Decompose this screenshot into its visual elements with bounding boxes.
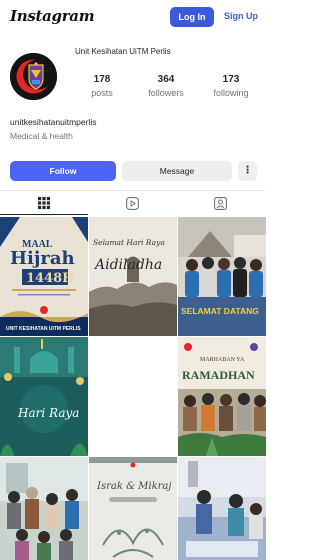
uitm-logo-icon — [10, 53, 57, 100]
post-title: Hari Raya — [17, 406, 79, 420]
instagram-logo[interactable]: Instagram — [10, 7, 95, 25]
post-title-line-1: Selamat Hari Raya — [93, 238, 165, 247]
post-title: Israk & Mikraj — [96, 481, 171, 492]
post-aidiladha[interactable]: Selamat Hari Raya Aidiladha — [89, 217, 177, 336]
post-event-photo[interactable] — [178, 457, 266, 560]
post-ramadhan[interactable]: MARHABAN YA RAMADHAN — [178, 337, 266, 456]
post-selamat-datang[interactable]: SELAMAT DATANG — [178, 217, 266, 336]
followers-label: followers — [148, 88, 184, 98]
post-title: SELAMAT DATANG — [181, 306, 259, 316]
post-blank[interactable] — [89, 337, 177, 456]
post-group-photo[interactable] — [0, 457, 88, 560]
tab-posts[interactable] — [0, 191, 88, 215]
following-label: following — [213, 88, 249, 98]
post-title-line-1: MARHABAN YA — [200, 357, 245, 363]
profile-category: Medical & health — [10, 131, 73, 141]
profile-tabs — [0, 190, 265, 216]
post-title-line-2: RAMADHAN — [182, 368, 255, 382]
more-options-button[interactable]: ⋮ — [238, 161, 257, 181]
post-title-line-2: Hijrah — [10, 248, 75, 269]
tagged-icon — [213, 196, 227, 210]
signup-link[interactable]: Sign Up — [224, 11, 258, 21]
post-isra-mikraj[interactable]: Israk & Mikraj — [89, 457, 177, 560]
post-maal-hijrah[interactable]: MAAL Hijrah 1448H UNIT KESIHATAN UiTM PE… — [0, 217, 88, 336]
posts-count: 178 — [93, 74, 111, 85]
post-hari-raya[interactable]: Hari Raya — [0, 337, 88, 456]
avatar[interactable] — [10, 53, 57, 100]
profile-username: unitkesihatanuitmperlis — [10, 117, 97, 127]
reels-icon — [125, 196, 139, 210]
follow-button[interactable]: Follow — [10, 161, 116, 181]
top-bar: Instagram Log In Sign Up — [0, 0, 265, 34]
following-count: 173 — [222, 74, 240, 85]
login-button[interactable]: Log In — [170, 7, 214, 27]
posts-label: posts — [91, 88, 113, 98]
tab-tagged[interactable] — [176, 191, 264, 215]
profile-display-name: Unit Kesihatan UiTM Perlis — [75, 47, 171, 56]
post-footer-text: UNIT KESIHATAN UiTM PERLIS — [6, 326, 81, 332]
followers-stat[interactable]: 364 followers — [138, 74, 194, 98]
following-stat[interactable]: 173 following — [203, 74, 259, 98]
posts-stat: 178 posts — [74, 74, 130, 98]
message-button[interactable]: Message — [122, 161, 232, 181]
tab-reels[interactable] — [88, 191, 176, 215]
post-title-line-3: 1448H — [26, 271, 74, 286]
followers-count: 364 — [157, 74, 175, 85]
post-title-line-2: Aidiladha — [93, 257, 162, 273]
grid-icon — [38, 196, 50, 209]
